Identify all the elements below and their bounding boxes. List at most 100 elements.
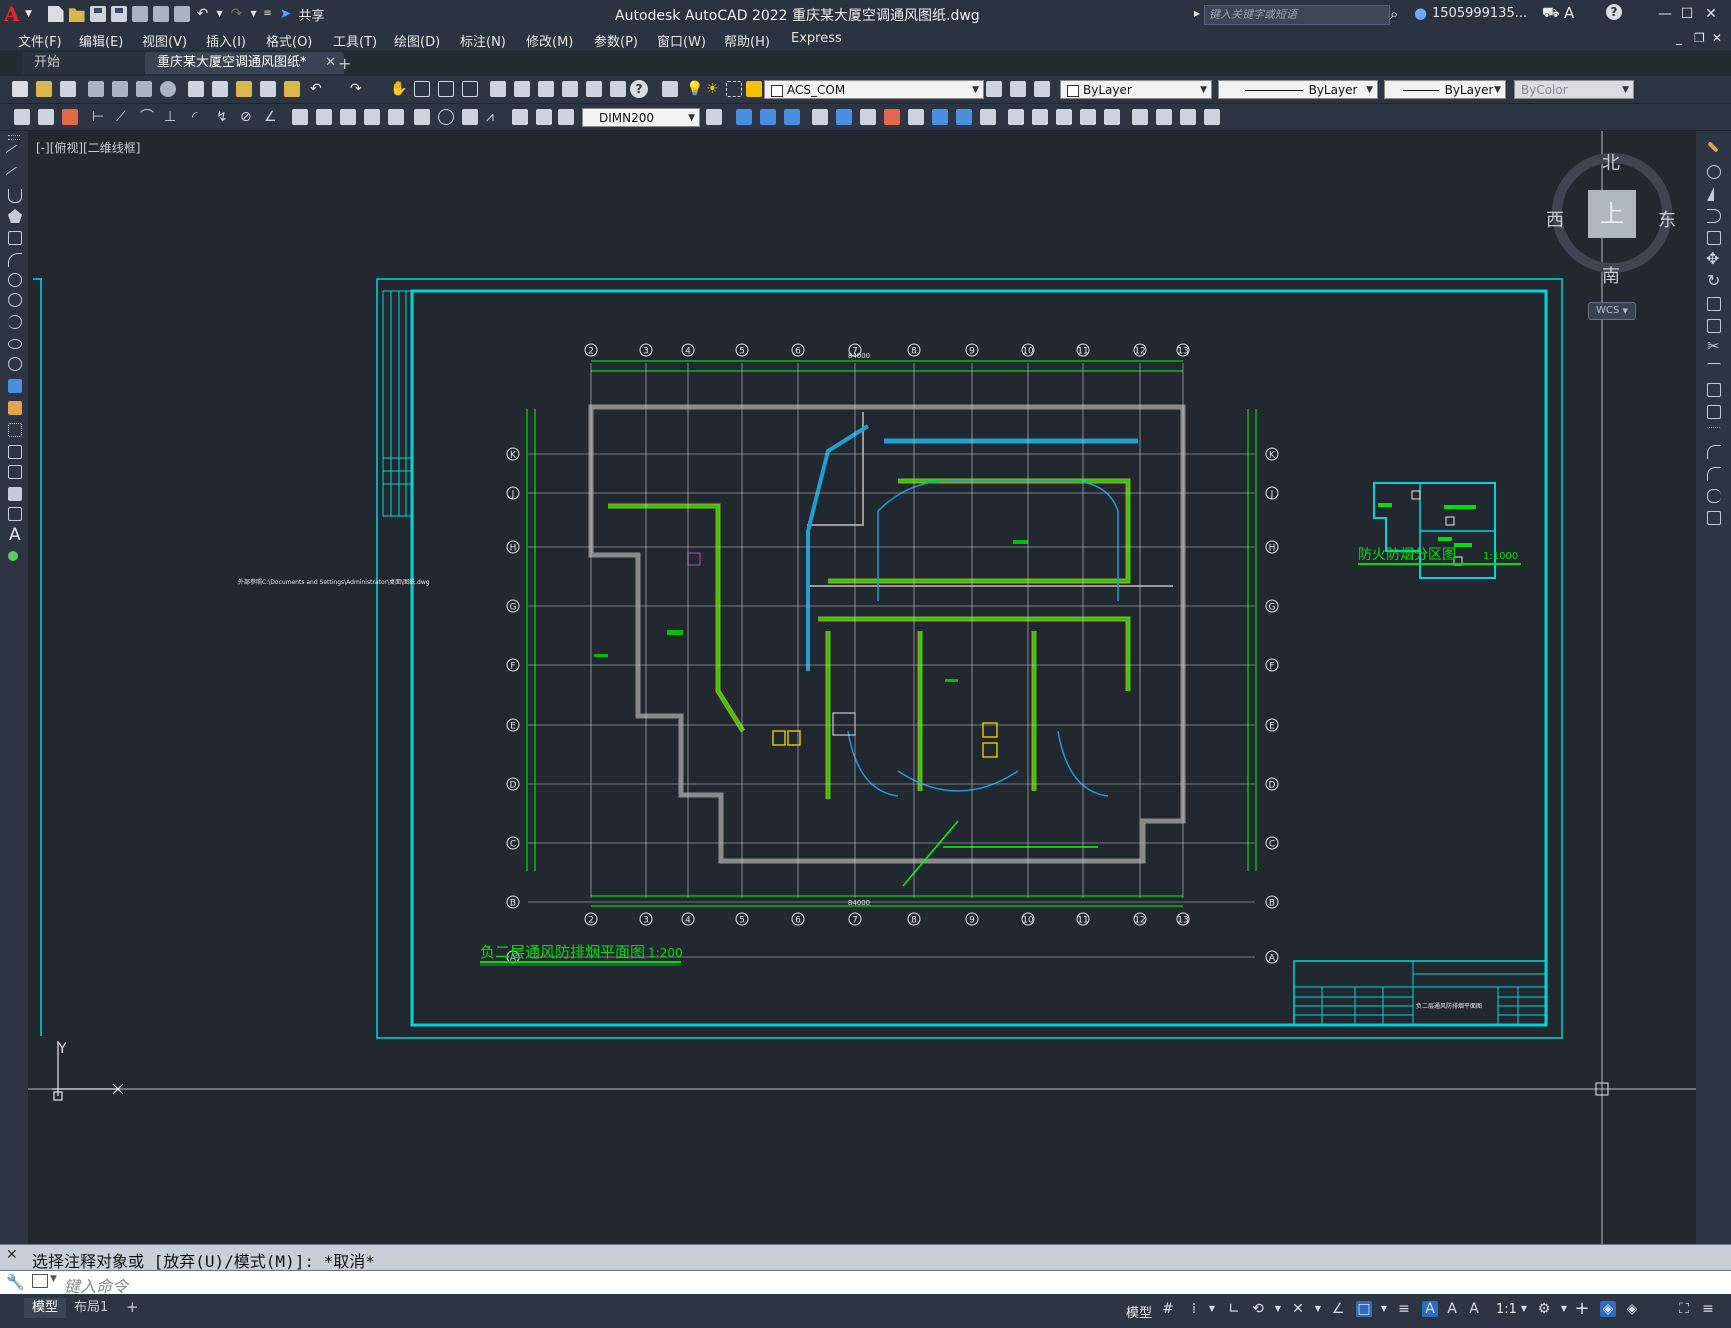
- dimension-update-icon[interactable]: [558, 109, 574, 125]
- scale-icon[interactable]: [860, 109, 876, 125]
- save-as-icon[interactable]: [110, 6, 127, 22]
- chamfer-icon[interactable]: [1707, 445, 1721, 459]
- menu-draw[interactable]: 绘图(D): [394, 31, 440, 50]
- object-snap-tracking-icon[interactable]: ∠: [1330, 1301, 1346, 1317]
- trim-icon[interactable]: [908, 109, 924, 125]
- join-icon[interactable]: [980, 109, 996, 125]
- construction-line-icon[interactable]: [5, 166, 25, 186]
- array-icon[interactable]: [1080, 109, 1096, 125]
- maximize-icon[interactable]: ☐: [1676, 4, 1698, 24]
- break-at-point-icon[interactable]: [1707, 383, 1721, 397]
- spline-icon[interactable]: [8, 315, 22, 329]
- rotate-icon[interactable]: [836, 109, 852, 125]
- rotate-icon[interactable]: ↻: [1707, 271, 1720, 290]
- design-center-icon[interactable]: [514, 81, 530, 97]
- quick-leader-icon[interactable]: [38, 109, 54, 125]
- match-properties-icon[interactable]: [260, 81, 276, 97]
- menu-express[interactable]: Express: [791, 31, 842, 46]
- doc-minimize-icon[interactable]: _: [1676, 31, 1682, 45]
- arc-icon[interactable]: [8, 253, 22, 267]
- explode-icon[interactable]: [1707, 511, 1721, 525]
- continue-dimension-icon[interactable]: [340, 109, 356, 125]
- extend-icon[interactable]: [932, 109, 948, 125]
- polyline-icon[interactable]: [8, 189, 22, 203]
- erase-icon[interactable]: [1104, 109, 1120, 125]
- linetype-dropdown[interactable]: ByLayer ▼: [1218, 80, 1378, 99]
- make-current-layer-icon[interactable]: [986, 81, 1002, 97]
- chevron-down-icon[interactable]: ▼: [25, 6, 33, 22]
- layer-dropdown[interactable]: ACS_COM ▼: [764, 80, 984, 99]
- sheet-set-icon[interactable]: [562, 81, 578, 97]
- fillet-icon[interactable]: [1707, 467, 1721, 481]
- search-icon[interactable]: ⌕: [1390, 5, 1398, 23]
- zoom-previous-icon[interactable]: [462, 81, 478, 97]
- layout-tab-1[interactable]: 布局1: [66, 1298, 116, 1318]
- point-icon[interactable]: [8, 423, 22, 437]
- tab-start[interactable]: 开始: [22, 52, 164, 74]
- command-prompt-icon[interactable]: [32, 1274, 48, 1288]
- jogged-dimension-icon[interactable]: ↯: [216, 109, 232, 125]
- layer-properties-icon[interactable]: [662, 81, 678, 97]
- polygon-icon[interactable]: [8, 209, 22, 223]
- diameter-dimension-icon[interactable]: ⊘: [240, 109, 256, 125]
- ellipse-arc-icon[interactable]: [8, 357, 22, 371]
- doc-restore-icon[interactable]: ❐: [1694, 31, 1705, 45]
- viewcube-top-face[interactable]: 上: [1588, 190, 1636, 238]
- undo-icon[interactable]: ↶: [195, 6, 211, 22]
- quick-dimension-icon[interactable]: [14, 109, 30, 125]
- open-icon[interactable]: [36, 81, 52, 97]
- dimension-space-icon[interactable]: [364, 109, 380, 125]
- send-back-icon[interactable]: [1180, 109, 1196, 125]
- mirror-icon[interactable]: [760, 109, 776, 125]
- polar-tracking-icon[interactable]: ⟲: [1250, 1301, 1266, 1317]
- share-button[interactable]: 共享: [299, 5, 325, 24]
- chevron-down-icon[interactable]: ▼: [1310, 1301, 1326, 1317]
- model-space-button[interactable]: 模型: [1126, 1302, 1152, 1321]
- chevron-down-icon[interactable]: ▼: [1376, 1301, 1392, 1317]
- arc-length-icon[interactable]: ⌒: [140, 109, 156, 125]
- isodraft-icon[interactable]: ✕: [1290, 1301, 1306, 1317]
- plot-icon[interactable]: [88, 81, 104, 97]
- publish-icon[interactable]: [136, 81, 152, 97]
- circle-icon[interactable]: [8, 273, 22, 287]
- user-icon[interactable]: ●: [1414, 4, 1427, 22]
- linear-dimension-icon[interactable]: ⊢: [92, 109, 108, 125]
- close-icon[interactable]: ✕: [1700, 4, 1722, 24]
- dimension-style-manager-icon[interactable]: [706, 109, 722, 125]
- region-icon[interactable]: [8, 487, 22, 501]
- layer-on-icon[interactable]: 💡: [686, 81, 703, 97]
- break-icon[interactable]: [956, 109, 972, 125]
- wrench-icon[interactable]: 🔧: [6, 1273, 25, 1291]
- ordinate-dimension-icon[interactable]: ⊥: [164, 109, 180, 125]
- zoom-realtime-icon[interactable]: [414, 81, 430, 97]
- aligned-dimension-icon[interactable]: ⟋: [116, 109, 132, 125]
- move-icon[interactable]: ✥: [1706, 249, 1719, 268]
- close-tab-icon[interactable]: ✕: [325, 52, 336, 74]
- 3d-print-icon[interactable]: [160, 81, 176, 97]
- hardware-acceleration-icon[interactable]: ◈: [1624, 1301, 1640, 1317]
- snap-icon[interactable]: ⁞: [1186, 1301, 1202, 1317]
- block-editor-icon[interactable]: [284, 81, 300, 97]
- autocad-logo-icon[interactable]: A: [4, 3, 20, 25]
- plot-icon[interactable]: [152, 6, 169, 22]
- menu-view[interactable]: 视图(V): [142, 31, 187, 50]
- plot-preview-icon[interactable]: [112, 81, 128, 97]
- menu-edit[interactable]: 编辑(E): [79, 31, 123, 50]
- trim-icon[interactable]: ✂: [1707, 337, 1720, 355]
- dimension-text-edit-icon[interactable]: [536, 109, 552, 125]
- stretch-icon[interactable]: [1707, 319, 1721, 333]
- autodesk-app-icon[interactable]: A: [1564, 4, 1574, 22]
- bring-front-icon[interactable]: [1156, 109, 1172, 125]
- layer-thaw-icon[interactable]: ☀: [706, 81, 722, 97]
- baseline-dimension-icon[interactable]: [316, 109, 332, 125]
- publish-web-icon[interactable]: [131, 6, 148, 22]
- layout-tab-model[interactable]: 模型: [24, 1298, 67, 1318]
- print-icon[interactable]: [173, 6, 190, 22]
- command-input-bar[interactable]: 🔧 ▼ 键入命令: [0, 1270, 1731, 1296]
- zoom-window-icon[interactable]: [438, 81, 454, 97]
- menu-help[interactable]: 帮助(H): [724, 31, 770, 50]
- pan-icon[interactable]: ✋: [390, 81, 407, 97]
- properties-icon[interactable]: [490, 81, 506, 97]
- text-front-icon[interactable]: [1204, 109, 1220, 125]
- extend-icon[interactable]: [1707, 363, 1721, 377]
